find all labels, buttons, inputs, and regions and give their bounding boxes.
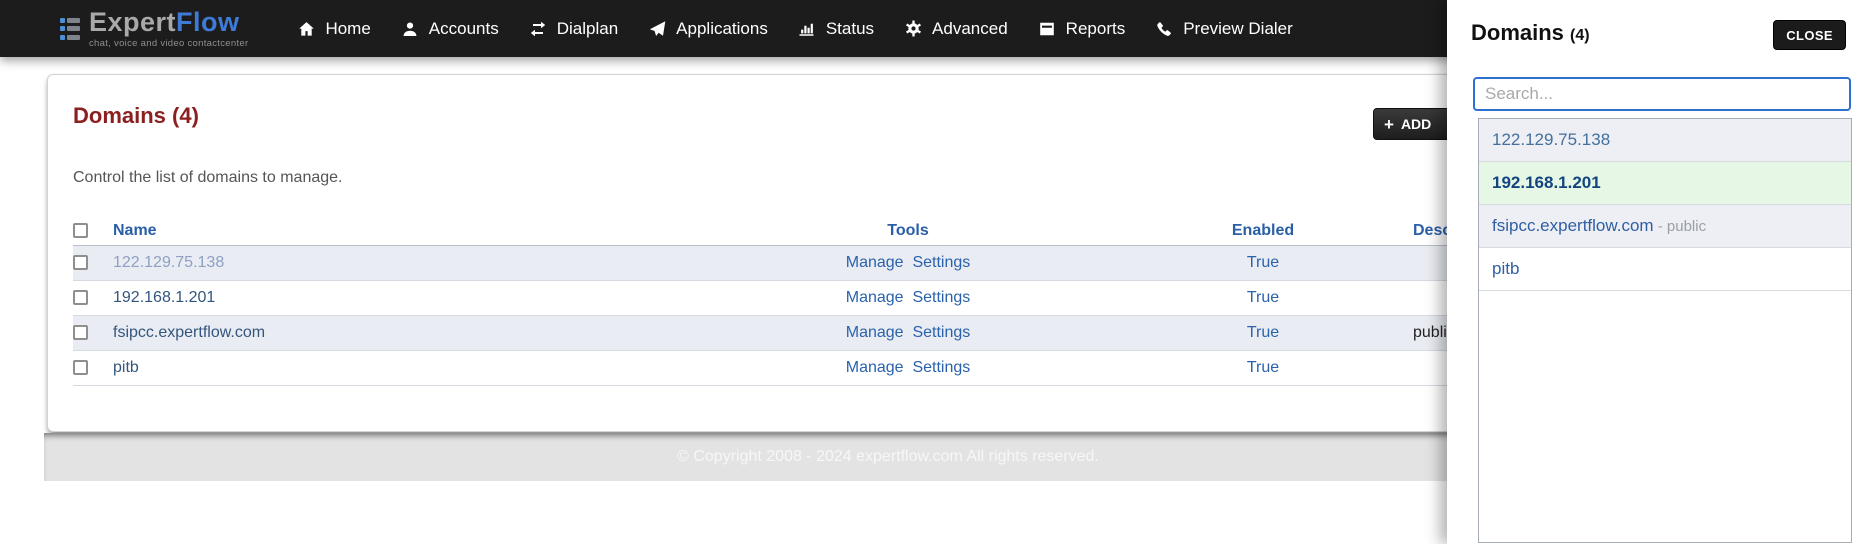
nav-item-accounts[interactable]: Accounts <box>386 0 514 57</box>
paper-plane-icon <box>648 20 666 37</box>
add-button[interactable]: + ADD <box>1373 108 1451 140</box>
brand-logo[interactable]: ExpertFlow chat, voice and video contact… <box>60 6 249 49</box>
user-icon <box>401 20 419 37</box>
manage-link[interactable]: Manage <box>846 289 904 306</box>
nav-item-preview-dialer[interactable]: Preview Dialer <box>1140 0 1308 57</box>
gear-icon <box>904 20 922 37</box>
domain-list-item[interactable]: fsipcc.expertflow.com - public <box>1479 205 1851 248</box>
enabled-value: True <box>1246 254 1280 271</box>
nav-item-advanced[interactable]: Advanced <box>889 0 1023 57</box>
row-checkbox[interactable] <box>73 255 88 271</box>
panel-title: Domains (4) <box>1471 20 1590 45</box>
row-checkbox[interactable] <box>73 325 88 341</box>
domain-list-item-selected[interactable]: 192.168.1.201 <box>1479 162 1851 205</box>
nav-item-home[interactable]: Home <box>282 0 385 57</box>
nav-item-dialplan[interactable]: Dialplan <box>514 0 633 57</box>
nav-item-reports[interactable]: Reports <box>1023 0 1141 57</box>
brand-grid-icon <box>60 17 82 40</box>
plus-icon: + <box>1384 114 1394 134</box>
settings-link[interactable]: Settings <box>912 289 970 306</box>
exchange-icon <box>529 20 547 37</box>
domain-name-link[interactable]: 122.129.75.138 <box>113 254 224 271</box>
bar-chart-icon <box>798 20 816 37</box>
select-all-checkbox[interactable] <box>73 223 88 239</box>
book-icon <box>1038 20 1056 37</box>
settings-link[interactable]: Settings <box>912 359 970 376</box>
domain-suffix: - public <box>1653 218 1707 235</box>
domain-name-link[interactable]: fsipcc.expertflow.com <box>113 324 265 341</box>
enabled-value: True <box>1246 324 1280 341</box>
column-header-name[interactable]: Name <box>113 217 703 246</box>
row-checkbox[interactable] <box>73 360 88 376</box>
domains-panel: Domains (4) CLOSE 122.129.75.138 192.168… <box>1447 0 1856 544</box>
copyright-text: © Copyright 2008 - 2024 expertflow.com A… <box>677 448 1099 465</box>
manage-link[interactable]: Manage <box>846 254 904 271</box>
settings-link[interactable]: Settings <box>912 324 970 341</box>
nav-item-status[interactable]: Status <box>783 0 889 57</box>
phone-icon <box>1155 20 1173 37</box>
domain-list: 122.129.75.138 192.168.1.201 fsipcc.expe… <box>1478 118 1852 543</box>
domain-list-item[interactable]: pitb <box>1479 248 1851 291</box>
domain-list-item[interactable]: 122.129.75.138 <box>1479 119 1851 162</box>
brand-name: ExpertFlow <box>89 6 240 37</box>
enabled-value: True <box>1246 359 1280 376</box>
row-checkbox[interactable] <box>73 290 88 306</box>
settings-link[interactable]: Settings <box>912 254 970 271</box>
column-header-tools: Tools <box>703 217 1113 246</box>
close-button[interactable]: CLOSE <box>1773 20 1846 50</box>
domain-name-link[interactable]: 192.168.1.201 <box>113 289 215 306</box>
column-header-enabled[interactable]: Enabled <box>1113 217 1413 246</box>
brand-tagline: chat, voice and video contactcenter <box>89 37 249 49</box>
domain-name-link[interactable]: pitb <box>113 359 139 376</box>
panel-search-input[interactable] <box>1473 77 1851 111</box>
manage-link[interactable]: Manage <box>846 324 904 341</box>
enabled-value: True <box>1246 289 1280 306</box>
main-nav: Home Accounts Dialplan Applications Stat… <box>282 0 1307 57</box>
panel-count: (4) <box>1570 27 1590 44</box>
manage-link[interactable]: Manage <box>846 359 904 376</box>
home-icon <box>297 20 315 37</box>
nav-item-applications[interactable]: Applications <box>633 0 783 57</box>
